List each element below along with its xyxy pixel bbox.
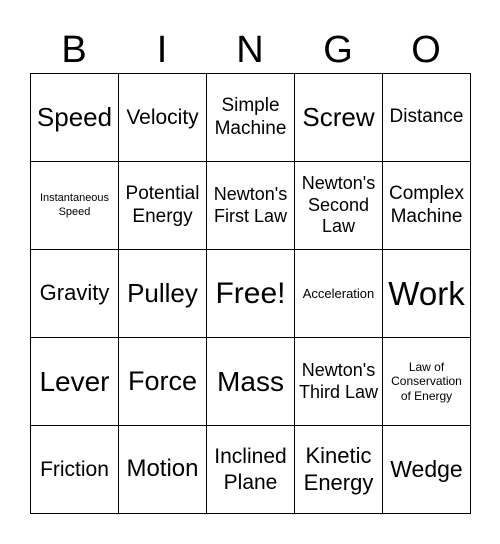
header-letter: I bbox=[156, 29, 168, 71]
cell-label: Friction bbox=[40, 457, 109, 481]
cell-label: Motion bbox=[126, 455, 199, 483]
bingo-cell[interactable]: Instantaneous Speed bbox=[31, 162, 119, 250]
bingo-cell[interactable]: Kinetic Energy bbox=[295, 426, 383, 514]
bingo-cell[interactable]: Gravity bbox=[31, 250, 119, 338]
cell-label: Screw bbox=[302, 101, 375, 132]
bingo-cell[interactable]: Distance bbox=[383, 74, 471, 162]
cell-label: Law of Conservation of Energy bbox=[391, 359, 462, 403]
bingo-card-grid: Speed Velocity Simple Machine Screw Distance… bbox=[30, 73, 471, 514]
cell-label: Newton's Third Law bbox=[298, 359, 379, 402]
bingo-cell[interactable]: Inclined Plane bbox=[207, 426, 295, 514]
bingo-cell[interactable]: Screw bbox=[295, 74, 383, 162]
cell-label: Acceleration bbox=[302, 285, 375, 301]
cell-label: Wedge bbox=[390, 455, 463, 482]
cell-label: Mass bbox=[217, 365, 284, 397]
cell-label: Work bbox=[388, 274, 465, 312]
cell-label: Free! bbox=[215, 276, 286, 310]
bingo-header: BINGO bbox=[30, 28, 470, 72]
bingo-cell[interactable]: Lever bbox=[31, 338, 119, 426]
bingo-cell[interactable]: Velocity bbox=[119, 74, 207, 162]
cell-label: Kinetic Energy bbox=[303, 443, 374, 495]
bingo-cell[interactable]: Law of Conservation of Energy bbox=[383, 338, 471, 426]
bingo-cell[interactable]: Wedge bbox=[383, 426, 471, 514]
header-letter: B bbox=[61, 29, 87, 71]
header-letter: N bbox=[236, 29, 264, 71]
bingo-cell[interactable]: Friction bbox=[31, 426, 119, 514]
cell-label: Gravity bbox=[39, 280, 110, 306]
bingo-cell[interactable]: Newton's First Law bbox=[207, 162, 295, 250]
cell-label: Instantaneous Speed bbox=[39, 192, 110, 218]
cell-label: Pulley bbox=[127, 277, 198, 308]
cell-label: Simple Machine bbox=[214, 94, 287, 139]
cell-label: Speed bbox=[36, 101, 113, 132]
bingo-cell[interactable]: Newton's Third Law bbox=[295, 338, 383, 426]
bingo-cell[interactable]: Acceleration bbox=[295, 250, 383, 338]
bingo-cell[interactable]: Mass bbox=[207, 338, 295, 426]
cell-label: Newton's Second Law bbox=[301, 173, 376, 237]
free-space-cell[interactable]: Free! bbox=[207, 250, 295, 338]
bingo-cell[interactable]: Work bbox=[383, 250, 471, 338]
bingo-cell[interactable]: Newton's Second Law bbox=[295, 162, 383, 250]
cell-label: Inclined Plane bbox=[214, 445, 287, 494]
cell-label: Velocity bbox=[126, 105, 199, 129]
bingo-cell[interactable]: Potential Energy bbox=[119, 162, 207, 250]
cell-label: Newton's First Law bbox=[213, 183, 288, 226]
cell-label: Distance bbox=[389, 106, 464, 128]
header-letter: O bbox=[411, 29, 441, 71]
bingo-cell[interactable]: Force bbox=[119, 338, 207, 426]
cell-label: Lever bbox=[39, 365, 110, 397]
bingo-cell[interactable]: Pulley bbox=[119, 250, 207, 338]
header-letter: G bbox=[323, 29, 353, 71]
bingo-cell[interactable]: Simple Machine bbox=[207, 74, 295, 162]
bingo-cell[interactable]: Motion bbox=[119, 426, 207, 514]
cell-label: Potential Energy bbox=[125, 182, 200, 227]
bingo-cell[interactable]: Speed bbox=[31, 74, 119, 162]
cell-label: Complex Machine bbox=[389, 182, 464, 227]
cell-label: Force bbox=[127, 366, 198, 397]
bingo-cell[interactable]: Complex Machine bbox=[383, 162, 471, 250]
